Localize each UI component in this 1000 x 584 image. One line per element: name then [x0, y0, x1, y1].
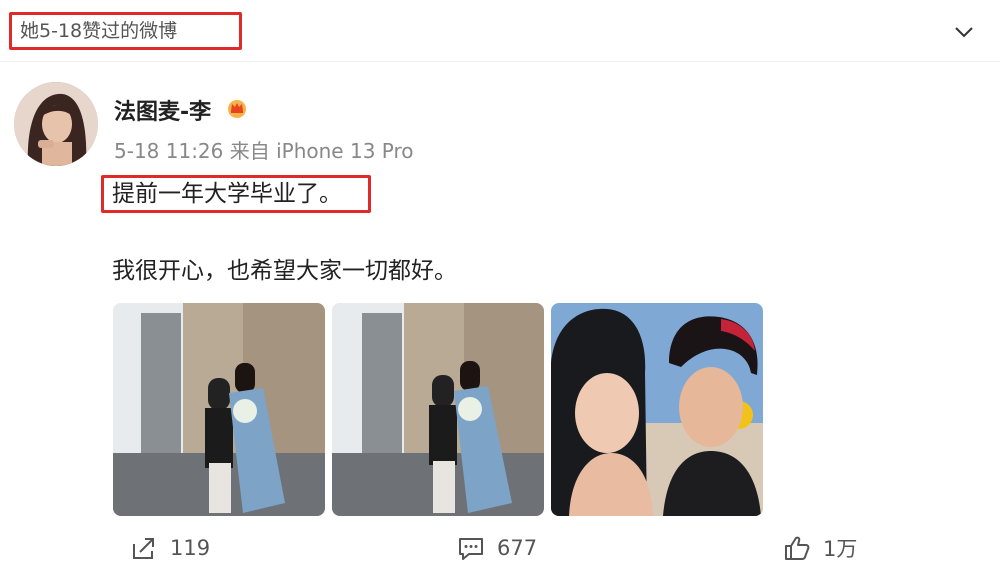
post-text-line-2: 我很开心，也希望大家一切都好。	[112, 258, 457, 284]
repost-icon	[133, 538, 154, 559]
like-button[interactable]: 1万	[783, 528, 857, 568]
avatar[interactable]	[14, 82, 98, 166]
thumbs-up-icon	[785, 536, 810, 560]
comment-button[interactable]: 677	[457, 528, 537, 568]
repost-button[interactable]: 119	[130, 528, 210, 568]
post-photo-1[interactable]	[113, 303, 325, 516]
post-actions-bar: 119 677 1万	[0, 528, 1000, 568]
crown-icon	[226, 97, 248, 119]
post-author-name[interactable]: 法图麦-李	[114, 94, 211, 126]
liked-date-label: 她5-18赞过的微博	[9, 12, 242, 50]
post-meta: 5-18 11:26 来自 iPhone 13 Pro	[114, 139, 414, 163]
post-photo-3[interactable]	[551, 303, 763, 516]
like-count: 1万	[823, 537, 858, 561]
liked-posts-header: 她5-18赞过的微博	[0, 0, 1000, 62]
chevron-down-icon[interactable]	[952, 20, 976, 44]
post-photo-2[interactable]	[332, 303, 544, 516]
comment-icon	[459, 538, 483, 560]
post-text-line-1: 提前一年大学毕业了。	[112, 181, 342, 207]
repost-count: 119	[170, 536, 211, 560]
comment-count: 677	[497, 536, 538, 560]
